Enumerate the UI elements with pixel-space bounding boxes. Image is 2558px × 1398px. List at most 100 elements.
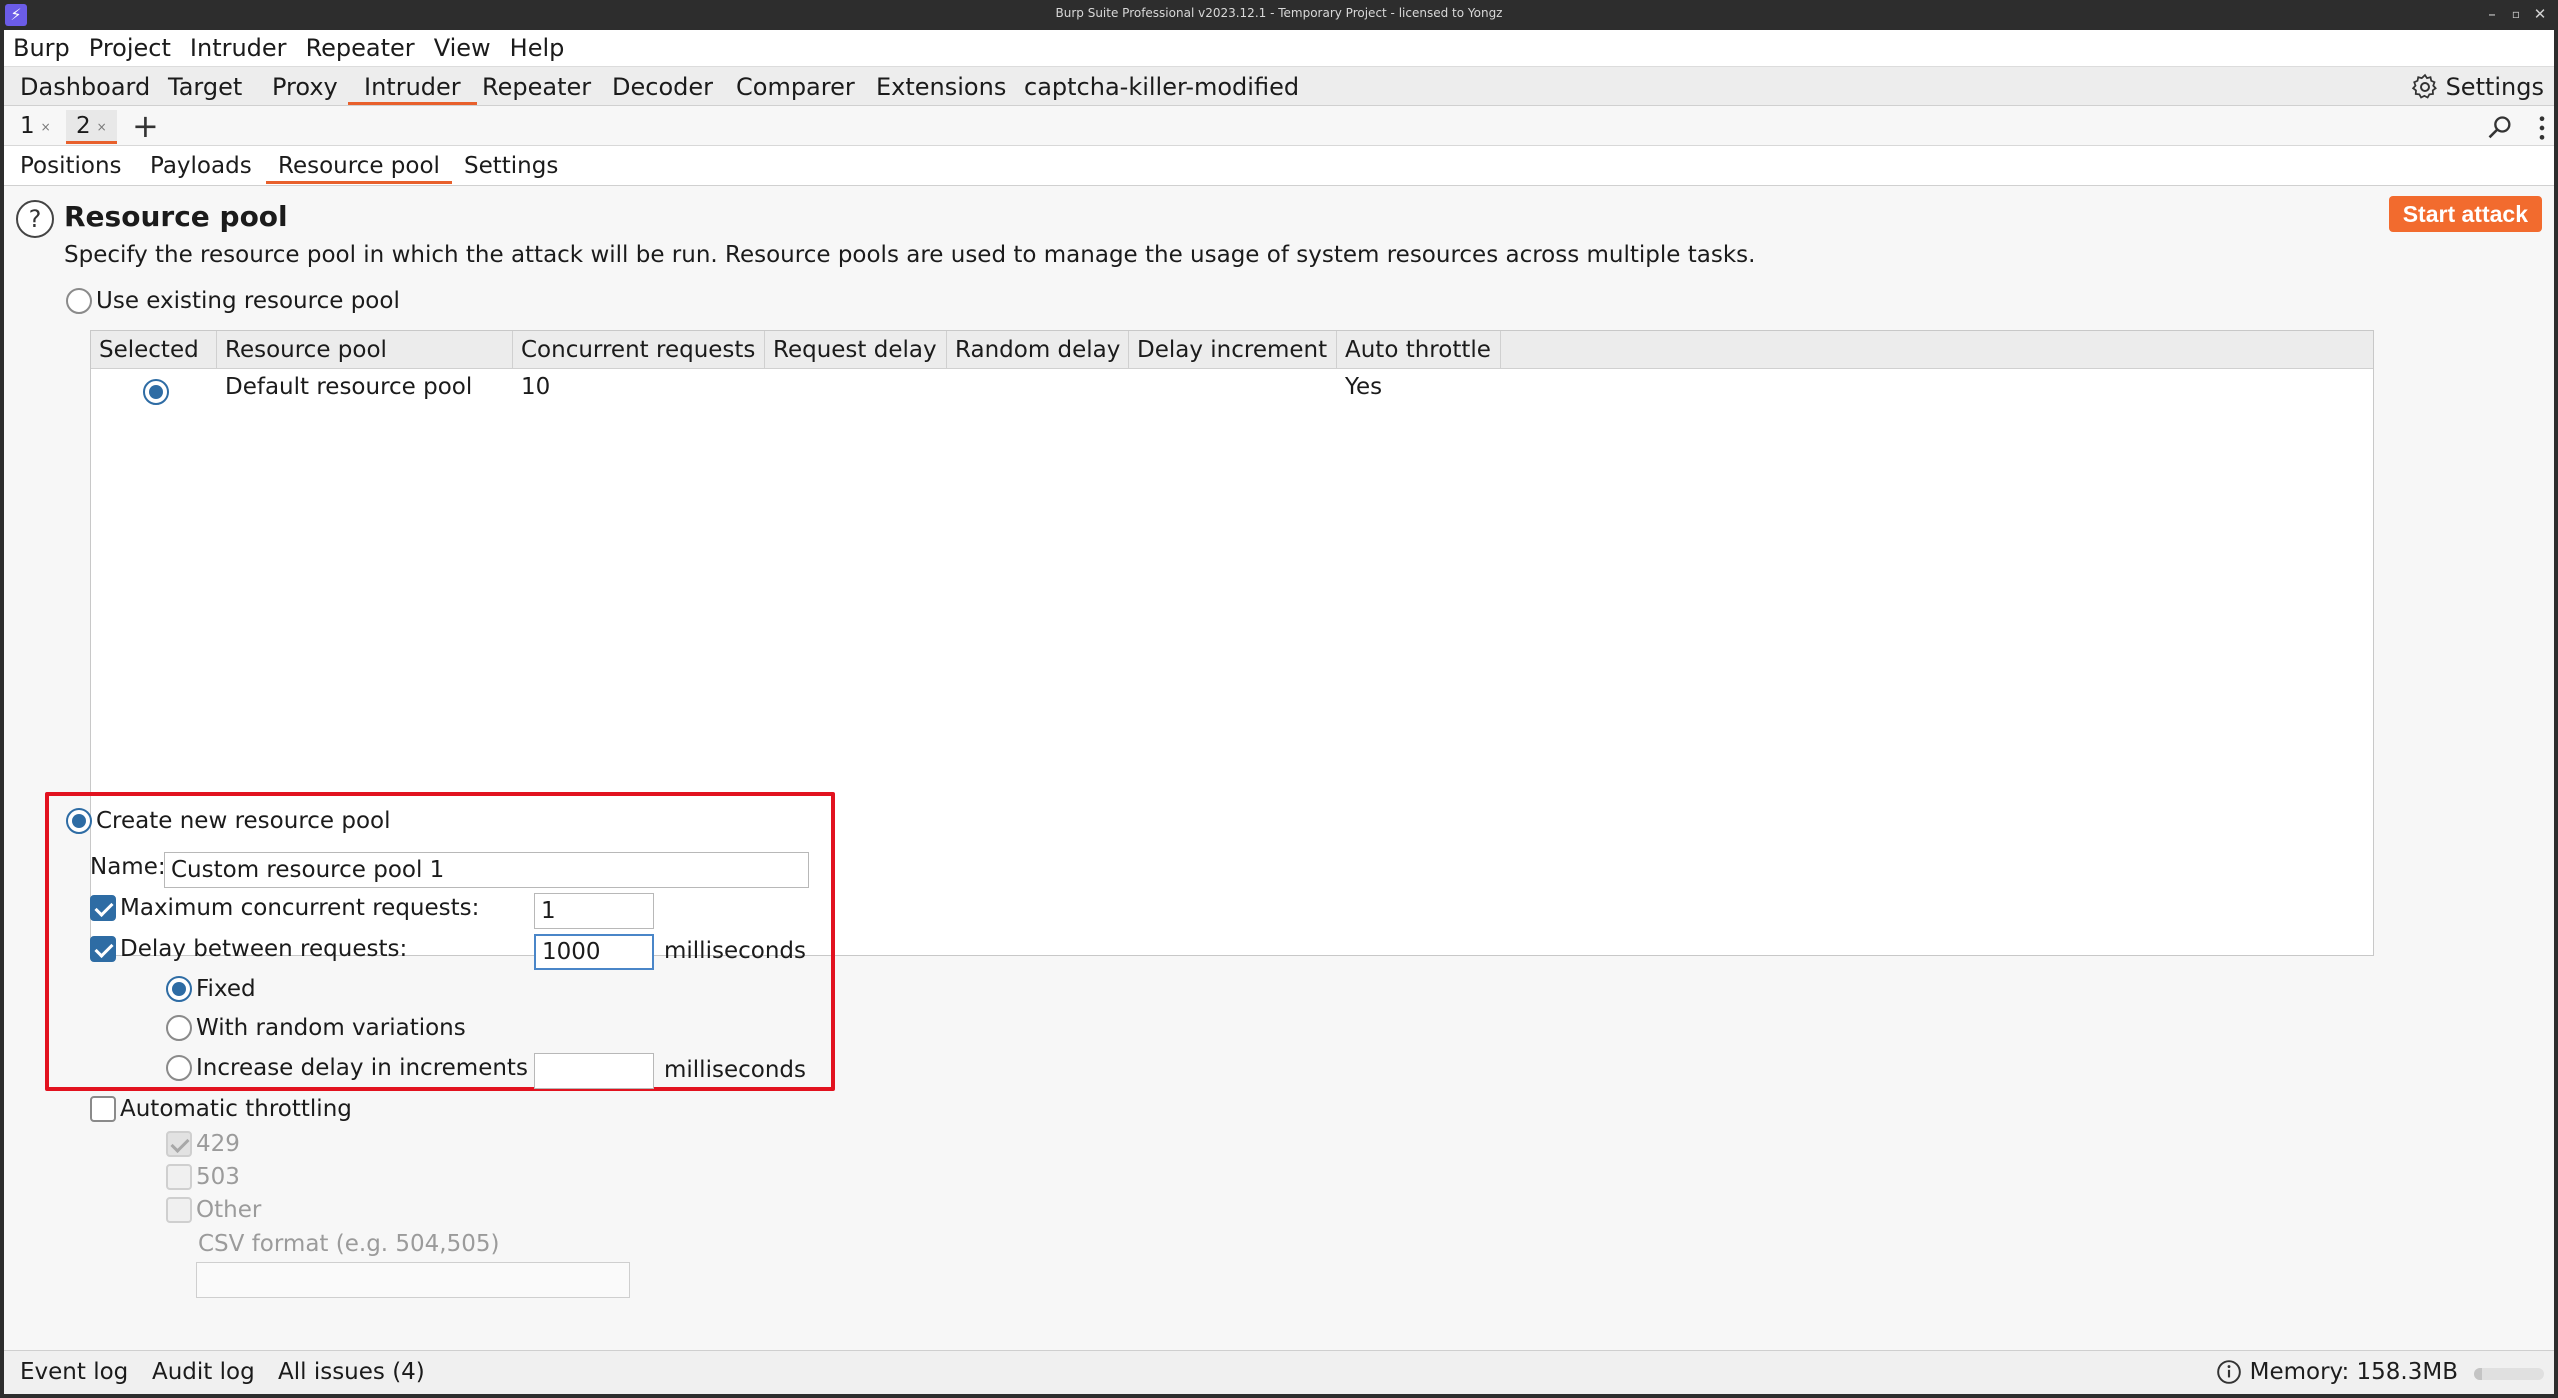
auto-throttling-label: Automatic throttling [120, 1096, 352, 1122]
delay-between-checkbox[interactable] [90, 936, 116, 962]
menu-intruder[interactable]: Intruder [190, 34, 287, 62]
title-bar: ⚡ Burp Suite Professional v2023.12.1 - T… [0, 0, 2558, 30]
window-frame-bottom [0, 1394, 2558, 1398]
window-frame-right [2554, 30, 2558, 1398]
attack-tab-label: 2 [76, 113, 91, 139]
tab-payloads[interactable]: Payloads [138, 150, 264, 184]
close-tab-icon[interactable]: × [97, 120, 107, 134]
column-concurrent-requests[interactable]: Concurrent requests [513, 331, 765, 369]
menu-project[interactable]: Project [89, 34, 171, 62]
column-resource-pool[interactable]: Resource pool [217, 331, 513, 369]
menu-view[interactable]: View [434, 34, 491, 62]
row-request-delay [765, 369, 773, 405]
maximize-icon[interactable]: ▫ [2506, 4, 2526, 24]
tab-extensions[interactable]: Extensions [860, 71, 1022, 105]
page-title: Resource pool [64, 200, 288, 233]
settings-button[interactable]: Settings [2410, 71, 2544, 103]
use-existing-pool-radio[interactable] [66, 288, 92, 314]
close-icon[interactable]: ✕ [2530, 4, 2550, 24]
menu-help[interactable]: Help [510, 34, 565, 62]
tab-settings[interactable]: Settings [452, 150, 570, 184]
code-429-checkbox [166, 1131, 192, 1157]
fixed-delay-option[interactable]: Fixed [166, 976, 256, 1002]
random-variations-option[interactable]: With random variations [166, 1015, 466, 1041]
row-selected-radio[interactable] [135, 373, 169, 409]
all-issues-link[interactable]: All issues (4) [278, 1359, 425, 1385]
table-header: Selected Resource pool Concurrent reques… [91, 331, 2373, 369]
increase-delay-option[interactable]: Increase delay in increments of [166, 1055, 557, 1081]
row-concurrent: 10 [521, 374, 551, 400]
minimize-icon[interactable]: – [2482, 4, 2502, 24]
info-icon [2216, 1360, 2241, 1384]
search-icon[interactable] [2486, 114, 2514, 142]
memory-label: Memory: 158.3MB [2249, 1359, 2458, 1385]
column-delay-increment[interactable]: Delay increment [1129, 331, 1337, 369]
menu-burp[interactable]: Burp [13, 34, 70, 62]
pool-name-input[interactable] [164, 852, 809, 888]
auto-throttling-checkbox[interactable] [90, 1096, 116, 1122]
row-delay-increment [1129, 369, 1137, 405]
tab-captcha-killer-modified[interactable]: captcha-killer-modified [1008, 71, 1315, 105]
tab-dashboard[interactable]: Dashboard [4, 71, 166, 105]
event-log-link[interactable]: Event log [20, 1359, 128, 1385]
start-attack-button[interactable]: Start attack [2388, 196, 2542, 232]
fixed-delay-radio[interactable] [166, 976, 192, 1002]
memory-usage-fill [2474, 1368, 2483, 1380]
increase-delay-radio[interactable] [166, 1055, 192, 1081]
csv-format-label: CSV format (e.g. 504,505) [198, 1231, 500, 1257]
tab-target[interactable]: Target [152, 71, 258, 105]
max-concurrent-option[interactable]: Maximum concurrent requests: [90, 895, 479, 921]
column-auto-throttle[interactable]: Auto throttle [1337, 331, 1501, 369]
menu-repeater[interactable]: Repeater [306, 34, 415, 62]
tab-repeater[interactable]: Repeater [466, 71, 607, 105]
window-frame-left [0, 30, 4, 1398]
audit-log-link[interactable]: Audit log [152, 1359, 255, 1385]
tab-positions[interactable]: Positions [8, 150, 134, 184]
settings-label: Settings [2445, 73, 2544, 101]
tab-proxy[interactable]: Proxy [256, 71, 354, 105]
attack-tab-label: 1 [20, 113, 35, 139]
attack-tab-1[interactable]: 1 × [10, 110, 61, 144]
code-429-label: 429 [196, 1131, 240, 1157]
more-options-icon[interactable] [2536, 114, 2548, 142]
code-other-label: Other [196, 1197, 262, 1223]
create-new-pool-option[interactable]: Create new resource pool [66, 808, 391, 834]
create-new-pool-label: Create new resource pool [96, 808, 391, 834]
max-concurrent-checkbox[interactable] [90, 895, 116, 921]
memory-usage-bar [2474, 1368, 2544, 1380]
auto-throttling-option[interactable]: Automatic throttling [90, 1096, 352, 1122]
code-503-checkbox [166, 1164, 192, 1190]
tab-decoder[interactable]: Decoder [596, 71, 729, 105]
delay-input[interactable] [534, 934, 654, 970]
status-bar: Event log Audit log All issues (4) Memor… [0, 1350, 2558, 1394]
delay-between-option[interactable]: Delay between requests: [90, 936, 407, 962]
csv-format-input [196, 1262, 630, 1298]
max-concurrent-input[interactable] [534, 893, 654, 929]
increment-input[interactable] [534, 1053, 654, 1089]
resource-pool-panel: ? Resource pool Specify the resource poo… [0, 186, 2558, 1350]
tab-resource-pool[interactable]: Resource pool [266, 150, 452, 184]
tab-comparer[interactable]: Comparer [720, 71, 871, 105]
code-other-checkbox [166, 1197, 192, 1223]
column-random-delay[interactable]: Random delay [947, 331, 1129, 369]
close-tab-icon[interactable]: × [41, 120, 51, 134]
attack-tabs: 1 × 2 × + [0, 106, 2558, 146]
row-random-delay [947, 369, 955, 405]
tab-intruder[interactable]: Intruder [348, 71, 477, 105]
memory-indicator: Memory: 158.3MB [2216, 1359, 2458, 1385]
create-new-pool-radio[interactable] [66, 808, 92, 834]
menu-bar: Burp Project Intruder Repeater View Help [0, 30, 2558, 66]
column-request-delay[interactable]: Request delay [765, 331, 947, 369]
delay-between-label: Delay between requests: [120, 936, 408, 962]
random-variations-radio[interactable] [166, 1015, 192, 1041]
attack-tab-2[interactable]: 2 × [66, 110, 117, 144]
use-existing-pool-option[interactable]: Use existing resource pool [66, 288, 400, 314]
column-selected[interactable]: Selected [91, 331, 217, 369]
max-concurrent-label: Maximum concurrent requests: [120, 895, 480, 921]
add-tab-button[interactable]: + [132, 110, 159, 142]
increment-unit-label: milliseconds [664, 1057, 806, 1083]
row-auto-throttle: Yes [1345, 374, 1383, 400]
row-pool-name: Default resource pool [225, 374, 473, 400]
delay-unit-label: milliseconds [664, 938, 806, 964]
help-icon[interactable]: ? [16, 200, 54, 238]
